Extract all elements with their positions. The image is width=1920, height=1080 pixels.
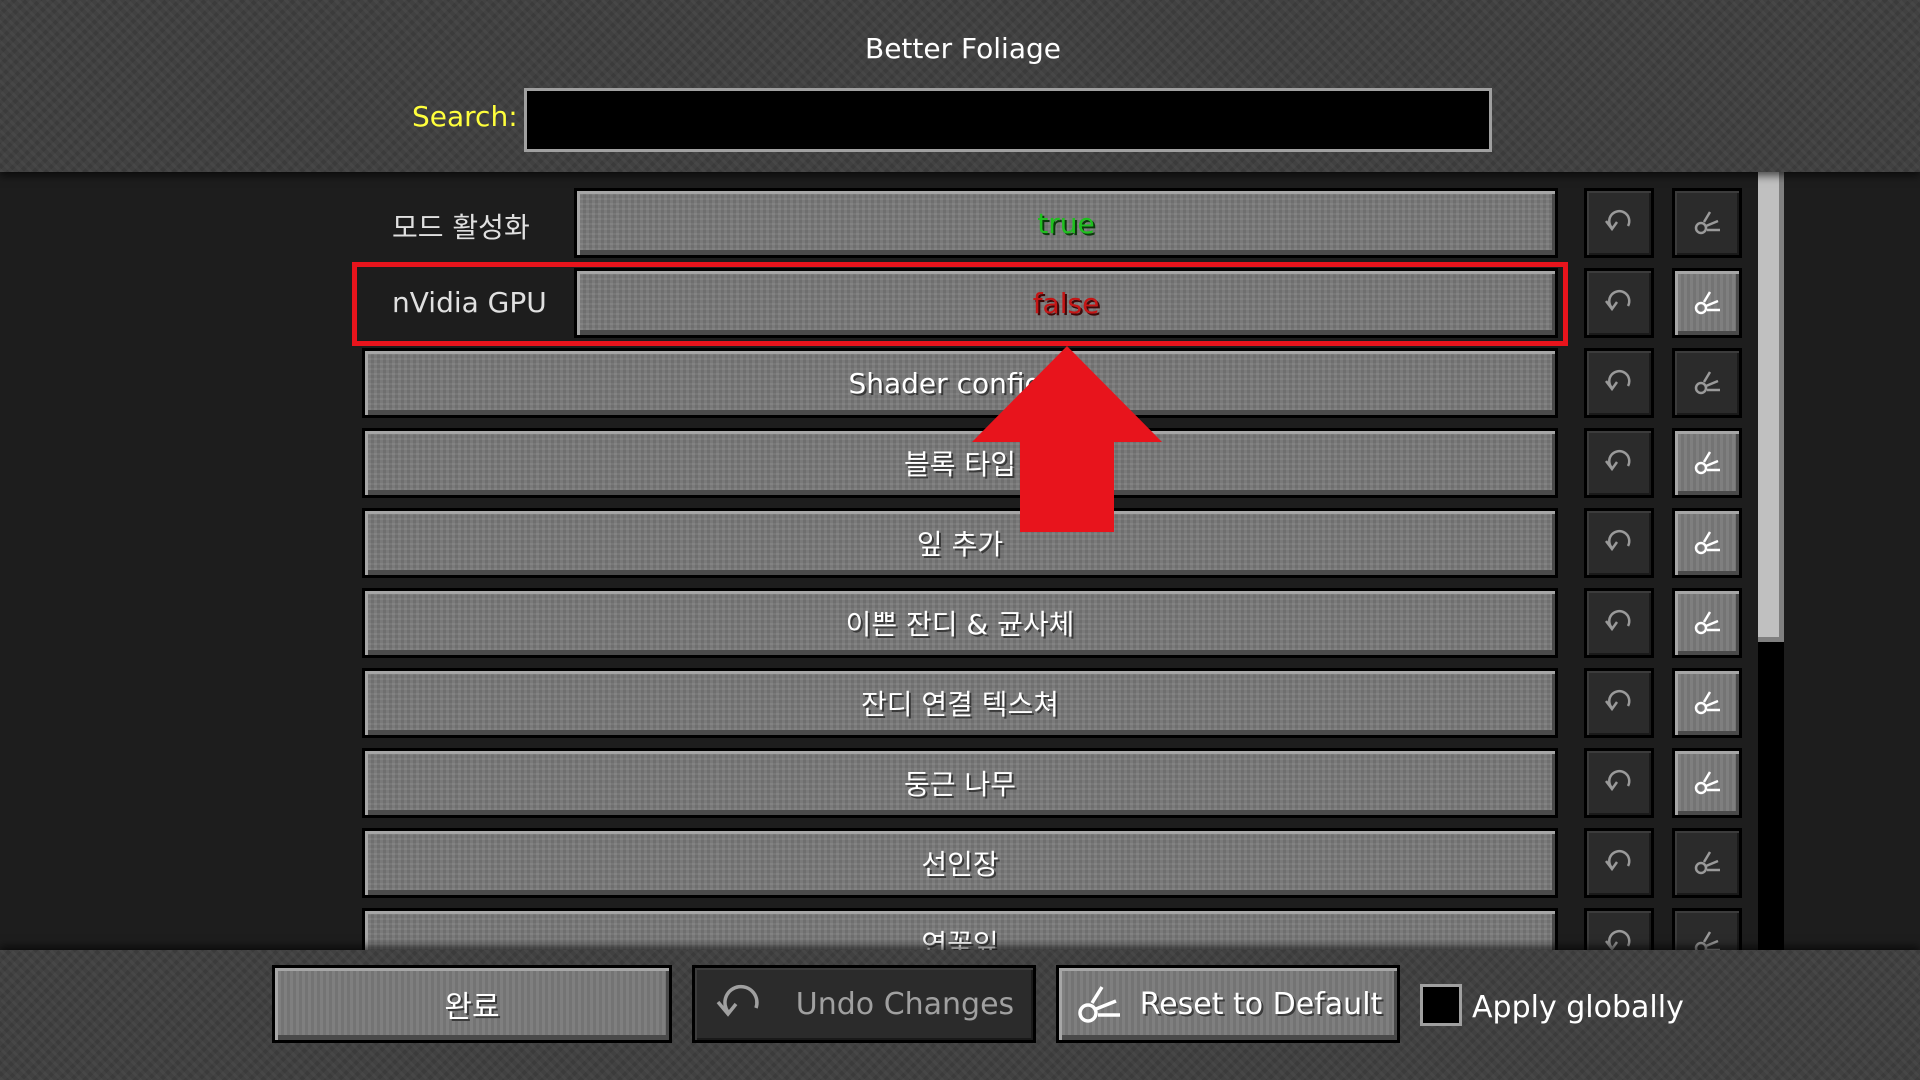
undo-icon — [1605, 929, 1631, 950]
page-title: Better Foliage — [865, 32, 1061, 65]
config-category-grass-mycelium: 이쁜 잔디 & 균사체 — [0, 588, 1920, 658]
undo-entry-button[interactable] — [1584, 588, 1654, 658]
reset-entry-button[interactable] — [1672, 428, 1742, 498]
reset-icon — [1694, 851, 1720, 875]
config-category-connected-grass: 잔디 연결 텍스쳐 — [0, 668, 1920, 738]
undo-entry-button[interactable] — [1584, 508, 1654, 578]
reset-icon — [1694, 931, 1720, 950]
undo-icon — [1605, 209, 1631, 232]
reset-entry-button[interactable] — [1672, 268, 1742, 338]
undo-entry-button[interactable] — [1584, 748, 1654, 818]
undo-entry-button[interactable] — [1584, 908, 1654, 950]
undo-entry-button[interactable] — [1584, 188, 1654, 258]
undo-icon — [1605, 849, 1631, 872]
value-toggle-button[interactable]: false — [574, 268, 1558, 338]
reset-entry-button[interactable] — [1672, 188, 1742, 258]
undo-changes-button[interactable]: Undo Changes — [692, 965, 1036, 1043]
reset-entry-button[interactable] — [1672, 588, 1742, 658]
undo-entry-button[interactable] — [1584, 348, 1654, 418]
category-button[interactable]: 이쁜 잔디 & 균사체 — [362, 588, 1558, 658]
reset-icon — [1694, 691, 1720, 715]
category-button[interactable]: Shader configur — [362, 348, 1558, 418]
category-button[interactable]: 잎 추가 — [362, 508, 1558, 578]
config-category-lilypad: 연꽃잎 — [0, 908, 1920, 950]
reset-entry-button[interactable] — [1672, 748, 1742, 818]
search-label: Search: — [412, 100, 518, 133]
config-category-cactus: 선인장 — [0, 828, 1920, 898]
undo-icon — [1605, 689, 1631, 712]
config-category-shader: Shader configur — [0, 348, 1920, 418]
done-button[interactable]: 완료 — [272, 965, 672, 1043]
config-list[interactable]: 모드 활성화 true nVidia GPU false Shader conf… — [0, 172, 1920, 950]
reset-entry-button[interactable] — [1672, 908, 1742, 950]
reset-icon — [1694, 371, 1720, 395]
reset-entry-button[interactable] — [1672, 508, 1742, 578]
reset-icon — [1694, 211, 1720, 235]
reset-entry-button[interactable] — [1672, 828, 1742, 898]
category-button[interactable]: 연꽃잎 — [362, 908, 1558, 950]
config-entry-nvidia-gpu: nVidia GPU false — [0, 268, 1920, 338]
undo-entry-button[interactable] — [1584, 828, 1654, 898]
apply-globally-label: Apply globally — [1472, 990, 1684, 1025]
category-button[interactable]: 블록 타입 — [362, 428, 1558, 498]
undo-icon — [1605, 289, 1631, 312]
config-category-leaves: 잎 추가 — [0, 508, 1920, 578]
undo-icon — [1605, 769, 1631, 792]
search-input[interactable] — [524, 88, 1492, 152]
apply-globally-checkbox[interactable] — [1420, 984, 1462, 1026]
undo-icon — [1605, 609, 1631, 632]
reset-icon — [1077, 986, 1120, 1023]
config-category-block-types: 블록 타입 — [0, 428, 1920, 498]
reset-entry-button[interactable] — [1672, 348, 1742, 418]
reset-icon — [1694, 531, 1720, 555]
category-button[interactable]: 둥근 나무 — [362, 748, 1558, 818]
undo-entry-button[interactable] — [1584, 668, 1654, 738]
undo-icon — [716, 984, 759, 1017]
category-button[interactable]: 선인장 — [362, 828, 1558, 898]
reset-icon — [1694, 451, 1720, 475]
undo-icon — [1605, 449, 1631, 472]
reset-to-default-label: Reset to Default — [1139, 986, 1383, 1022]
reset-icon — [1694, 611, 1720, 635]
done-label: 완료 — [444, 990, 500, 1025]
reset-icon — [1694, 771, 1720, 795]
undo-changes-label: Undo Changes — [795, 986, 1015, 1022]
config-entry-mod-enabled: 모드 활성화 true — [0, 188, 1920, 258]
scrollbar-thumb[interactable] — [1758, 172, 1784, 642]
entry-label: nVidia GPU — [392, 286, 547, 319]
undo-icon — [1605, 529, 1631, 552]
undo-entry-button[interactable] — [1584, 268, 1654, 338]
config-category-round-logs: 둥근 나무 — [0, 748, 1920, 818]
entry-label: 모드 활성화 — [392, 211, 530, 244]
undo-entry-button[interactable] — [1584, 428, 1654, 498]
header-bar: Better Foliage Search: — [0, 0, 1920, 172]
undo-icon — [1605, 369, 1631, 392]
category-button[interactable]: 잔디 연결 텍스쳐 — [362, 668, 1558, 738]
reset-entry-button[interactable] — [1672, 668, 1742, 738]
value-toggle-button[interactable]: true — [574, 188, 1558, 258]
reset-icon — [1694, 291, 1720, 315]
scrollbar-track[interactable] — [1758, 172, 1784, 950]
reset-to-default-button[interactable]: Reset to Default — [1056, 965, 1400, 1043]
